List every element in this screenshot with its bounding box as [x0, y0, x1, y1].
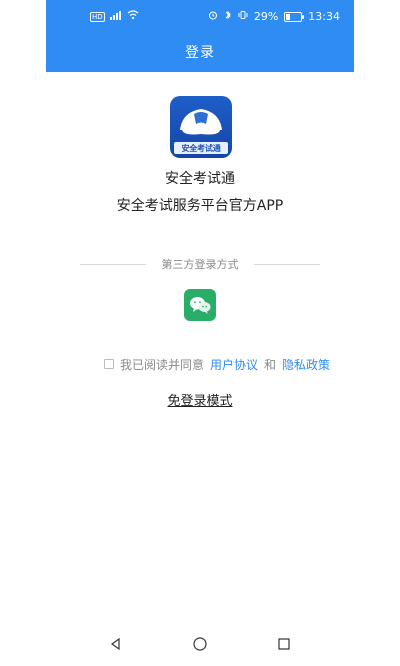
user-agreement-link[interactable]: 用户协议 [210, 356, 258, 373]
agreement-row: 我已阅读并同意 用户协议 和 隐私政策 [104, 356, 330, 372]
battery-icon [284, 11, 305, 22]
app-logo-text: 安全考试通 [174, 142, 228, 154]
wechat-icon [190, 297, 211, 314]
screen: HD 29% 13:34 登录 安全考试通 安全考试通 安全考试服务平台官方AP… [46, 0, 354, 666]
back-triangle-icon [110, 637, 120, 651]
bluetooth-icon [224, 10, 232, 23]
app-description: 安全考试服务平台官方APP [116, 198, 284, 214]
agree-checkbox[interactable] [104, 359, 114, 369]
privacy-policy-link[interactable]: 隐私政策 [282, 356, 330, 373]
wechat-login-button[interactable] [184, 289, 216, 321]
agreement-and: 和 [264, 357, 277, 372]
recent-square-icon [278, 638, 290, 650]
recent-apps-button[interactable] [270, 630, 298, 658]
app-logo: 安全考试通 [170, 96, 232, 158]
hd-badge: HD [90, 11, 105, 22]
home-button[interactable] [186, 630, 214, 658]
system-nav-bar [46, 622, 354, 666]
signal-icon [109, 10, 123, 23]
alarm-icon [208, 10, 218, 23]
status-right: 29% 13:34 [208, 10, 340, 23]
third-party-divider: 第三方登录方式 [80, 256, 320, 274]
divider-right [254, 264, 320, 265]
status-left: HD [90, 10, 139, 23]
wifi-icon [127, 10, 139, 23]
app-name: 安全考试通 [165, 171, 235, 187]
clock: 13:34 [308, 10, 340, 23]
home-circle-icon [193, 637, 207, 651]
back-button[interactable] [102, 630, 130, 658]
header-bar: HD 29% 13:34 登录 [46, 0, 354, 72]
page-title: 登录 [185, 45, 215, 61]
agreement-prefix: 我已阅读并同意 [120, 357, 205, 372]
vibrate-icon [238, 10, 248, 23]
free-login-link-wrap: 免登录模式 [46, 390, 354, 409]
free-login-link[interactable]: 免登录模式 [167, 394, 232, 409]
status-bar: HD 29% 13:34 [46, 0, 354, 32]
battery-percent: 29% [253, 10, 279, 23]
